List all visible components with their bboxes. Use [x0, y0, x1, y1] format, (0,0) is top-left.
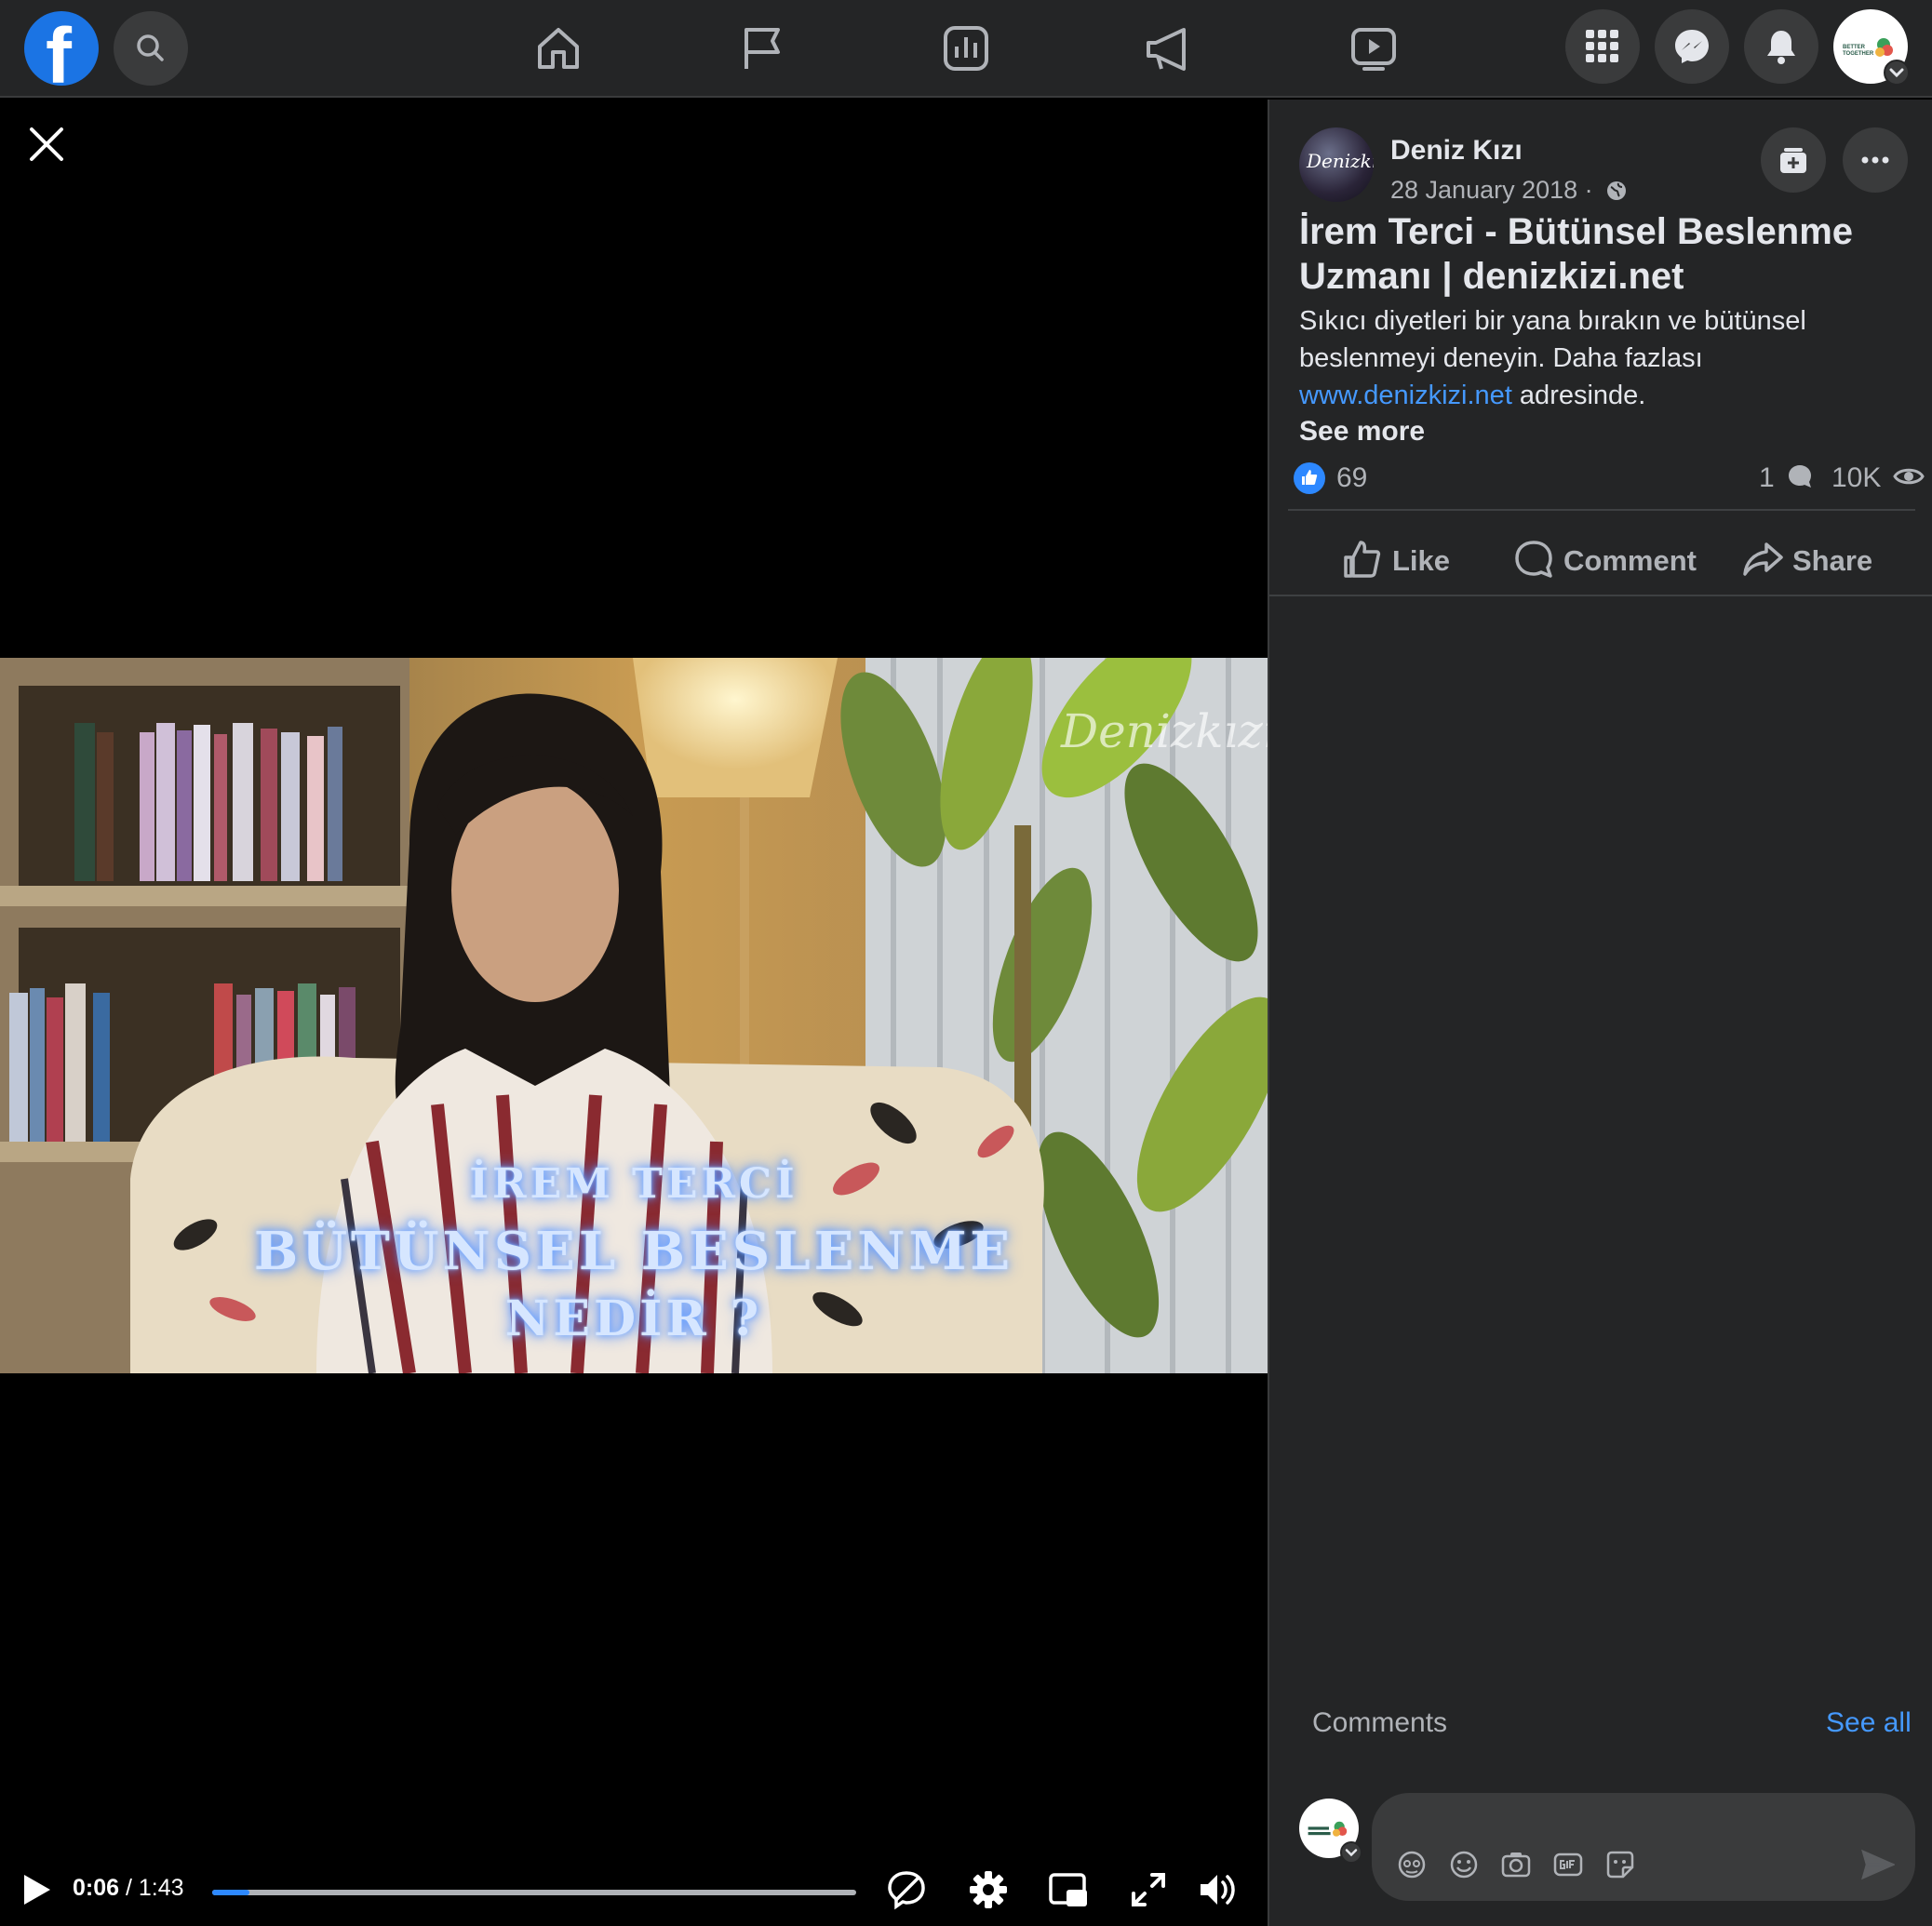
post-date-text: 28 January 2018 ·: [1390, 176, 1593, 204]
share-label: Share: [1792, 544, 1873, 577]
messenger-icon: [1675, 30, 1709, 63]
sticker-icon[interactable]: [1604, 1849, 1636, 1880]
like-count: 69: [1336, 462, 1368, 493]
megaphone-icon[interactable]: [1141, 20, 1197, 76]
search-button[interactable]: [114, 11, 188, 86]
video-time: 0:06 / 1:43: [73, 1875, 184, 1902]
menu-grid-icon: [1586, 30, 1618, 62]
post-title: İrem Terci - Bütünsel Beslenme Uzmanı | …: [1299, 211, 1853, 297]
video-controls: 0:06 / 1:43: [0, 1858, 1268, 1926]
captions-off-icon[interactable]: [886, 1869, 927, 1910]
current-time: 0:06: [73, 1875, 120, 1901]
insights-icon[interactable]: [938, 20, 994, 76]
video-duration: 1:43: [138, 1875, 184, 1901]
camera-icon[interactable]: [1500, 1849, 1532, 1880]
see-all-comments-link[interactable]: See all: [1826, 1707, 1912, 1739]
video-overlay-line-3: NEDİR ?: [504, 1291, 763, 1347]
comment-count[interactable]: 1: [1759, 462, 1814, 494]
post-details-panel: Denizkızı Deniz Kızı 28 January 2018 · İ…: [1268, 100, 1932, 1926]
comment-count-value: 1: [1759, 462, 1775, 493]
actions-divider: [1269, 595, 1932, 596]
post-date[interactable]: 28 January 2018 ·: [1390, 176, 1628, 205]
comment-label: Comment: [1563, 544, 1697, 577]
avatar-sticker-icon[interactable]: [1396, 1849, 1428, 1880]
svg-text:TOGETHER: TOGETHER: [1843, 51, 1874, 57]
svg-text:BETTER: BETTER: [1843, 45, 1866, 50]
bell-icon: [1767, 31, 1795, 64]
volume-icon[interactable]: [1197, 1869, 1238, 1910]
menu-button[interactable]: [1565, 9, 1640, 84]
page-avatar-lettering: Denizkızı: [1307, 150, 1374, 172]
play-icon[interactable]: [20, 1869, 54, 1910]
post-description: Sıkıcı diyetleri bir yana bırakın ve büt…: [1299, 302, 1904, 414]
home-icon[interactable]: [530, 20, 586, 76]
notifications-button[interactable]: [1744, 9, 1818, 84]
time-separator: /: [126, 1875, 132, 1901]
comment-bubble-icon: [1789, 465, 1812, 488]
chevron-down-icon: [1889, 68, 1904, 78]
page-avatar[interactable]: Denizkızı: [1299, 127, 1374, 202]
more-horizontal-icon: [1861, 156, 1889, 164]
messenger-button[interactable]: [1655, 9, 1729, 84]
fullscreen-icon[interactable]: [1128, 1869, 1169, 1910]
save-to-collection-button[interactable]: [1761, 127, 1826, 193]
emoji-icon[interactable]: [1448, 1849, 1480, 1880]
video-pane: Denizkızı İREM TERCİ BÜTÜNSEL BESLENME N…: [0, 100, 1268, 1926]
video-progress-fill: [212, 1890, 250, 1895]
picture-in-picture-icon[interactable]: [1048, 1869, 1089, 1910]
reactions-divider: [1288, 509, 1915, 511]
flag-icon[interactable]: [735, 20, 791, 76]
video-overlay-line-1: İREM TERCİ: [469, 1160, 798, 1208]
thumbs-up-icon: [1302, 470, 1318, 485]
globe-icon: [1607, 181, 1627, 200]
comment-composer[interactable]: [1372, 1793, 1915, 1901]
gif-icon[interactable]: [1552, 1849, 1584, 1880]
facebook-logo-icon[interactable]: f: [24, 11, 99, 86]
comment-outline-icon: [1515, 541, 1552, 578]
close-icon[interactable]: [26, 124, 67, 165]
top-navigation-bar: f BETTER TOGETHER: [0, 0, 1932, 98]
more-options-button[interactable]: [1843, 127, 1908, 193]
video-watermark: Denizkızı: [1061, 704, 1268, 758]
like-outline-icon: [1344, 541, 1381, 578]
post-description-suffix: adresinde.: [1511, 381, 1646, 410]
video-player[interactable]: Denizkızı İREM TERCİ BÜTÜNSEL BESLENME N…: [0, 658, 1268, 1373]
eye-icon: [1893, 468, 1925, 485]
watch-icon[interactable]: [1346, 20, 1402, 76]
chevron-down-icon: [1345, 1849, 1358, 1857]
view-count-value: 10K: [1831, 462, 1882, 493]
video-overlay-line-2: BÜTÜNSEL BESLENME: [253, 1221, 1014, 1282]
post-description-text: Sıkıcı diyetleri bir yana bırakın ve büt…: [1299, 306, 1806, 373]
commenter-switch-button[interactable]: [1340, 1841, 1362, 1864]
share-arrow-icon: [1743, 542, 1783, 576]
add-to-collection-icon: [1780, 148, 1806, 173]
search-icon: [137, 34, 164, 61]
like-reaction-icon: [1294, 462, 1325, 494]
facebook-logo-letter: f: [46, 12, 72, 86]
send-icon[interactable]: [1861, 1849, 1895, 1880]
see-more-link[interactable]: See more: [1299, 416, 1425, 448]
like-label: Like: [1392, 544, 1451, 577]
video-progress-bar[interactable]: [212, 1890, 856, 1895]
post-link[interactable]: www.denizkizi.net: [1299, 381, 1512, 410]
comments-heading: Comments: [1312, 1707, 1448, 1738]
settings-gear-icon[interactable]: [968, 1869, 1009, 1910]
comment-input[interactable]: [1390, 1802, 1893, 1839]
view-count: 10K: [1831, 462, 1925, 494]
page-name[interactable]: Deniz Kızı: [1390, 135, 1523, 167]
account-menu-button[interactable]: [1884, 60, 1910, 86]
